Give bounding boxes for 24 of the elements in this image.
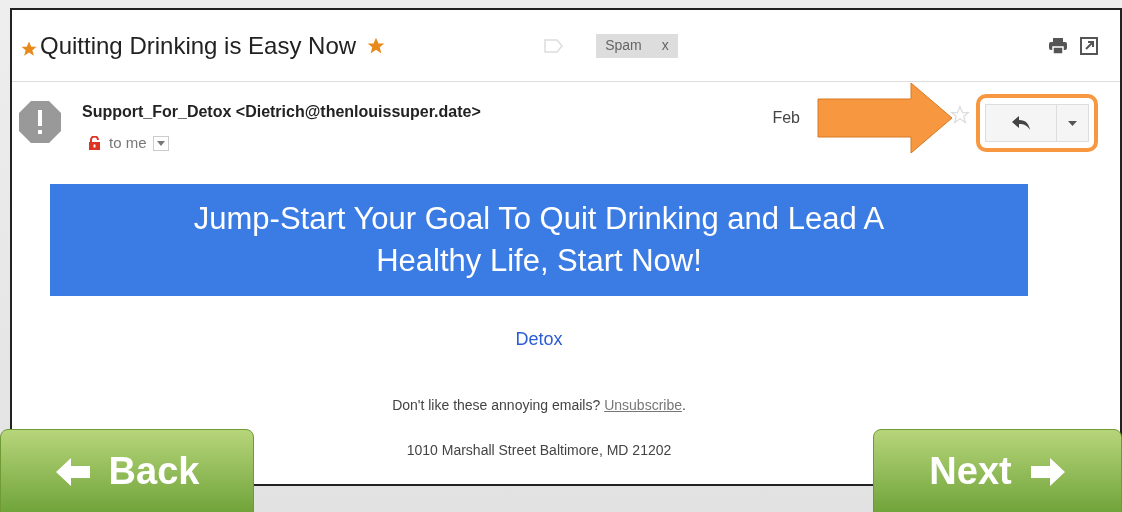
star-icon[interactable] bbox=[950, 105, 970, 125]
unsubscribe-notice: Don't like these annoying emails? Unsubscribe. bbox=[392, 396, 686, 415]
banner-text: Jump-Start Your Goal To Quit Drinking and Lead A Healthy Life, Start Now! bbox=[192, 200, 886, 280]
postal-address: 1010 Marshall Street Baltimore, MD 21202 bbox=[406, 441, 672, 460]
lock-icon bbox=[88, 136, 101, 151]
new-window-icon[interactable] bbox=[1080, 36, 1098, 55]
details-dropdown[interactable] bbox=[152, 135, 169, 151]
label-text: Spam bbox=[605, 36, 642, 55]
remove-label-button[interactable]: x bbox=[661, 35, 669, 56]
date: Feb bbox=[772, 108, 800, 128]
email-subject: Quitting Drinking is Easy Now bbox=[40, 30, 357, 61]
sender: Support_For_Detox <Dietrich@thenlouissuper.date> bbox=[82, 102, 481, 122]
unsubscribe-link[interactable]: Unsubscribe bbox=[604, 397, 682, 413]
left-arrow-icon bbox=[54, 456, 91, 487]
reply-button[interactable] bbox=[985, 104, 1057, 142]
right-arrow-icon bbox=[1029, 456, 1066, 487]
detox-link[interactable]: Detox bbox=[515, 326, 563, 353]
label-tag[interactable]: Spam x bbox=[596, 33, 678, 58]
caret-icon bbox=[156, 140, 165, 146]
warning-icon bbox=[18, 100, 62, 144]
recipient: to me bbox=[109, 133, 147, 153]
reply-icon bbox=[1011, 115, 1031, 131]
print-icon[interactable] bbox=[1048, 36, 1068, 55]
caret-icon bbox=[1068, 120, 1077, 126]
